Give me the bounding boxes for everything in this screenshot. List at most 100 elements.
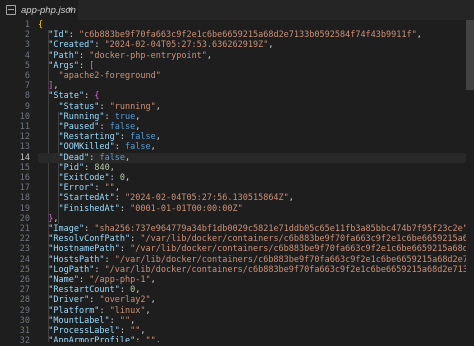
- code-line[interactable]: "LogPath": "/var/lib/docker/containers/c…: [38, 265, 474, 275]
- code-line[interactable]: "Status": "running",: [38, 101, 160, 112]
- code-token: "docker-php-entrypoint": [89, 50, 207, 61]
- code-token: :: [109, 173, 120, 183]
- code-line[interactable]: "Name": "/app-php-1",: [38, 275, 156, 285]
- code-token: :: [119, 326, 131, 336]
- code-line[interactable]: "RestartCount": 0,: [38, 285, 140, 295]
- line-number: 10: [19, 111, 30, 122]
- code-line[interactable]: "State": {: [38, 91, 99, 101]
- code-line[interactable]: "MountLabel": "",: [38, 316, 135, 326]
- code-line[interactable]: "ProcessLabel": "",: [38, 326, 145, 336]
- code-token: true: [114, 111, 136, 122]
- code-token: :: [114, 142, 126, 153]
- code-token: 840: [94, 162, 110, 173]
- code-line[interactable]: "Running": true,: [38, 112, 140, 122]
- code-line[interactable]: "HostnamePath": "/var/lib/docker/contain…: [38, 244, 474, 254]
- code-token: :: [89, 295, 100, 306]
- code-token: "State": [48, 91, 85, 102]
- code-token: "MountLabel": [48, 315, 110, 326]
- code-token: ,: [135, 122, 141, 132]
- code-token: "Args": [48, 60, 79, 71]
- code-line[interactable]: "apache2-foreground": [38, 71, 160, 81]
- code-line[interactable]: "AppArmorProfile": "",: [38, 336, 161, 342]
- code-token: "AppArmorProfile": [48, 336, 136, 342]
- code-token: :: [104, 111, 115, 122]
- line-number: 31: [19, 326, 30, 336]
- code-line[interactable]: "Id": "c6b883be9f70fa663c9f2e1c6be665921…: [38, 30, 422, 40]
- code-token: :: [104, 254, 115, 265]
- code-token: :: [119, 203, 131, 214]
- code-line[interactable]: "Image": "sha256:737e964779a34bf1db0029c…: [38, 224, 473, 234]
- tab-app-php-json[interactable]: app-php.json ×: [0, 0, 78, 20]
- vertical-scrollbar[interactable]: [466, 20, 474, 342]
- code-token: false: [125, 142, 151, 153]
- code-token: "ExitCode": [58, 173, 110, 183]
- code-line[interactable]: "Path": "docker-php-entrypoint",: [38, 51, 212, 61]
- code-token: :: [99, 305, 110, 316]
- code-editor[interactable]: 1 2 3 4 5 6 7 8 9 10 11 12 13 14 15 16 17 18 19 20 21 22 23 24 2…: [0, 20, 474, 346]
- code-line[interactable]: "Paused": false,: [38, 122, 140, 132]
- line-number: 26: [19, 275, 30, 285]
- line-number: 12: [19, 132, 30, 143]
- code-token: "ResolvConfPath": [48, 234, 131, 245]
- code-token: ,: [135, 285, 141, 296]
- code-line[interactable]: "HostsPath": "/var/lib/docker/containers…: [38, 255, 474, 265]
- code-token: "LogPath": [48, 264, 95, 275]
- code-line[interactable]: "Created": "2024-02-04T05:27:53.63626291…: [38, 40, 273, 50]
- code-token: "Dead": [58, 152, 90, 163]
- code-line[interactable]: "Dead": false,: [38, 152, 474, 163]
- code-line[interactable]: "FinishedAt": "0001-01-01T00:00:00Z": [38, 203, 243, 214]
- code-token: ,: [416, 30, 422, 41]
- line-number: 24: [19, 254, 30, 265]
- code-token: :: [78, 275, 90, 285]
- line-number: 23: [19, 244, 30, 255]
- line-number: 32: [19, 336, 30, 346]
- code-token: ,: [53, 81, 59, 92]
- code-token: "linux": [109, 305, 146, 316]
- code-line[interactable]: ],: [38, 81, 59, 92]
- code-token: "Platform": [48, 305, 100, 316]
- code-token: "Status": [58, 101, 100, 112]
- code-token: ,: [125, 173, 131, 183]
- line-number: 15: [19, 162, 30, 173]
- line-number: 6: [24, 71, 30, 81]
- json-file-icon: [6, 5, 16, 15]
- code-token: "0001-01-01T00:00:00Z": [130, 203, 243, 214]
- code-token: "HostnamePath": [48, 244, 120, 255]
- code-line[interactable]: },: [38, 214, 58, 224]
- code-token: false: [99, 152, 126, 163]
- code-line[interactable]: "Driver": "overlay2",: [38, 295, 156, 305]
- code-token: :: [94, 183, 105, 194]
- code-line[interactable]: "Args": [: [38, 61, 94, 71]
- code-token: :: [68, 30, 79, 41]
- code-token: ,: [145, 305, 151, 316]
- code-token: false: [130, 132, 156, 143]
- line-number: 20: [19, 213, 30, 224]
- scrollbar-thumb[interactable]: [466, 20, 474, 90]
- code-line[interactable]: "Error": "",: [38, 183, 119, 194]
- code-area[interactable]: { "Id": "c6b883be9f70fa663c9f2e1c6be6659…: [38, 20, 474, 342]
- code-line[interactable]: "Pid": 840,: [38, 162, 115, 173]
- code-line[interactable]: {: [38, 20, 43, 30]
- code-line[interactable]: "Platform": "linux",: [38, 305, 151, 316]
- code-line[interactable]: "ResolvConfPath": "/var/lib/docker/conta…: [38, 234, 474, 244]
- code-token: "FinishedAt": [58, 203, 120, 214]
- code-line[interactable]: "OOMKilled": false,: [38, 142, 155, 153]
- code-line[interactable]: "Restarting": false,: [38, 132, 160, 143]
- code-token: ,: [150, 295, 156, 306]
- code-line[interactable]: "ExitCode": 0,: [38, 173, 130, 183]
- code-token: :: [99, 122, 110, 132]
- code-token: {: [94, 91, 100, 102]
- code-token: "Driver": [48, 295, 90, 306]
- close-tab-icon[interactable]: ×: [68, 4, 73, 14]
- code-token: "/app-php-1": [89, 275, 151, 285]
- code-line[interactable]: "StartedAt": "2024-02-04T05:27:56.130515…: [38, 193, 293, 203]
- code-token: ,: [109, 162, 115, 173]
- line-number: 5: [24, 60, 30, 71]
